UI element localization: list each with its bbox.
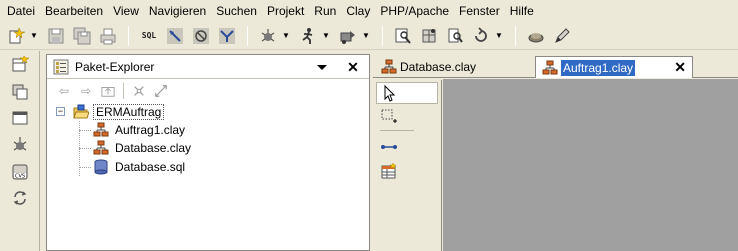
open-type-icon[interactable]: [391, 25, 415, 47]
forward-arrow-icon[interactable]: ⇨: [77, 82, 95, 100]
sql-label: SQL: [141, 31, 157, 40]
team-sync-perspective-icon[interactable]: [8, 187, 32, 209]
save-icon[interactable]: [44, 25, 68, 47]
menu-clay[interactable]: Clay: [341, 2, 375, 20]
menubar: Datei Bearbeiten View Navigieren Suchen …: [0, 0, 738, 22]
tree-connector: [79, 148, 91, 149]
tree-item-database-sql[interactable]: Database.sql: [93, 158, 187, 176]
clay-icon[interactable]: [524, 25, 548, 47]
save-all-icon[interactable]: [70, 25, 94, 47]
marquee-tool[interactable]: [376, 106, 438, 128]
open-folder-icon: [73, 104, 89, 119]
menu-run[interactable]: Run: [309, 2, 341, 20]
palette-separator: [380, 130, 414, 131]
search-icon[interactable]: [443, 25, 467, 47]
cursor-arrow-icon: [384, 84, 396, 102]
external-tools-icon[interactable]: [336, 25, 360, 47]
explorer-toolbar: ⇦ ⇨: [47, 80, 369, 102]
clay-file-icon: [542, 60, 558, 74]
shortcut-bar: CVS: [0, 51, 40, 251]
view-menu-dropdown-icon[interactable]: [315, 60, 329, 74]
tree-item-label: Database.clay: [115, 141, 192, 155]
project-tree: − ERMAuftrag Auftrag1.clay Database.clay…: [47, 103, 369, 251]
tree-item-label: Auftrag1.clay: [115, 123, 186, 137]
debug-dropdown-icon[interactable]: ▼: [282, 25, 290, 47]
tab-auftrag1-clay[interactable]: Auftrag1.clay ✕: [535, 56, 693, 78]
select-tool[interactable]: [376, 82, 438, 104]
close-view-icon[interactable]: ✕: [345, 59, 361, 75]
menu-projekt[interactable]: Projekt: [262, 2, 309, 20]
up-folder-icon[interactable]: [99, 82, 117, 100]
back-arrow-icon[interactable]: ⇦: [55, 82, 73, 100]
menu-fenster[interactable]: Fenster: [454, 2, 505, 20]
new-wizard-dropdown-icon[interactable]: ▼: [30, 25, 38, 47]
window-perspective-icon[interactable]: [8, 107, 32, 129]
tab-database-clay[interactable]: Database.clay: [375, 56, 531, 78]
sql-file-icon: [94, 159, 108, 175]
connection-icon: [381, 145, 397, 149]
close-tab-icon[interactable]: ✕: [674, 60, 686, 74]
cvs-perspective-icon[interactable]: CVS: [8, 161, 32, 183]
editor-tab-bar: Database.clay Auftrag1.clay ✕: [373, 54, 738, 78]
menu-bearbeiten[interactable]: Bearbeiten: [40, 2, 108, 20]
menu-navigieren[interactable]: Navigieren: [144, 2, 211, 20]
tab-package-explorer[interactable]: Paket-Explorer: [49, 56, 160, 78]
diagram-canvas[interactable]: [443, 79, 738, 251]
svg-text:CVS: CVS: [15, 174, 25, 180]
refresh-icon[interactable]: [469, 25, 493, 47]
edit-icon[interactable]: [550, 25, 574, 47]
explorer-header: Paket-Explorer ✕: [47, 55, 369, 79]
tree-item-database-clay[interactable]: Database.clay: [93, 139, 193, 157]
tree-connector: [79, 130, 91, 131]
tree-connector: [79, 167, 91, 168]
tree-item-label: Database.sql: [115, 160, 186, 174]
explorer-title: Paket-Explorer: [75, 59, 155, 74]
debug-icon[interactable]: [256, 25, 280, 47]
tree-item-project[interactable]: ERMAuftrag: [73, 103, 165, 121]
toolbar-separator: [382, 25, 383, 46]
tree-item-auftrag1-clay[interactable]: Auftrag1.clay: [93, 121, 187, 139]
clay-file-icon: [381, 59, 397, 74]
run-dropdown-icon[interactable]: ▼: [322, 25, 330, 47]
run-icon[interactable]: [296, 25, 320, 47]
link-with-editor-icon[interactable]: [152, 82, 170, 100]
main-toolbar: ▼ SQL ▼ ▼ ▼ ▼: [0, 22, 738, 50]
diagram-palette: [374, 80, 442, 251]
toolbar-separator: [247, 25, 248, 46]
package-explorer-view: Paket-Explorer ✕ ⇦ ⇨ − ERMAuftrag Auftra…: [46, 54, 370, 251]
table-icon: [381, 162, 397, 179]
table-tool[interactable]: [376, 160, 438, 182]
menu-hilfe[interactable]: Hilfe: [505, 2, 539, 20]
clay-file-icon: [93, 140, 109, 155]
package-explorer-icon: [53, 59, 69, 74]
sql-icon[interactable]: SQL: [137, 25, 161, 47]
marquee-icon: [381, 109, 397, 123]
tree-item-label: ERMAuftrag: [93, 104, 165, 120]
open-resource-icon[interactable]: [417, 25, 441, 47]
php-perspective-icon[interactable]: [8, 81, 32, 103]
collapse-toggle-icon[interactable]: −: [56, 107, 65, 116]
collapse-all-icon[interactable]: [130, 82, 148, 100]
debug-perspective-icon[interactable]: [8, 133, 32, 155]
toolbar-separator: [128, 25, 129, 46]
menu-php-apache[interactable]: PHP/Apache: [375, 2, 454, 20]
refresh-dropdown-icon[interactable]: ▼: [495, 25, 503, 47]
menu-suchen[interactable]: Suchen: [211, 2, 262, 20]
print-icon[interactable]: [96, 25, 120, 47]
menu-datei[interactable]: Datei: [2, 2, 40, 20]
explorer-toolbar-separator: [123, 83, 124, 99]
open-perspective-icon[interactable]: [8, 53, 32, 75]
clay-file-icon: [93, 122, 109, 137]
new-wizard-icon[interactable]: [4, 25, 28, 47]
external-tools-dropdown-icon[interactable]: ▼: [362, 25, 370, 47]
sql-explain-icon[interactable]: [215, 25, 239, 47]
tab-label: Auftrag1.clay: [561, 59, 636, 76]
toolbar-separator: [515, 25, 516, 46]
connection-tool[interactable]: [376, 136, 438, 158]
tab-label: Database.clay: [400, 60, 477, 74]
menu-view[interactable]: View: [108, 2, 144, 20]
sql-stop-icon[interactable]: [189, 25, 213, 47]
sql-run-icon[interactable]: [163, 25, 187, 47]
